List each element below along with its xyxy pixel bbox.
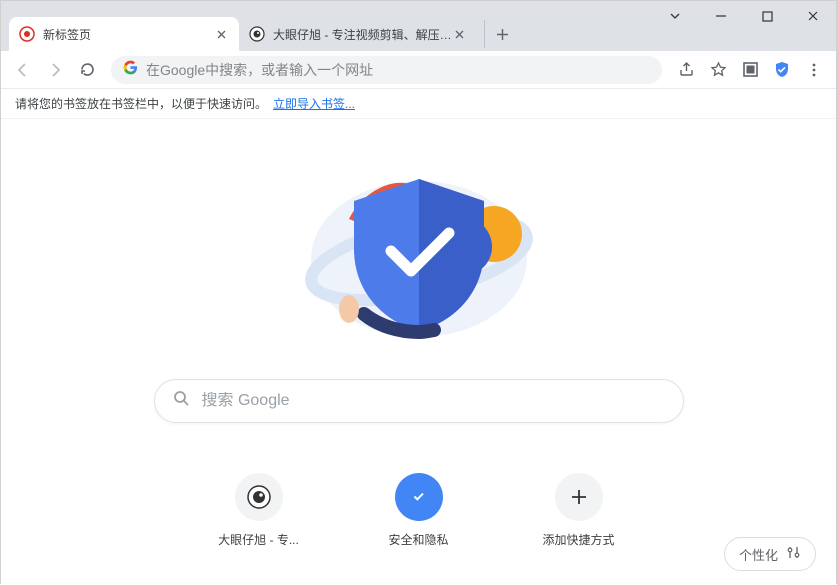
search-input[interactable]: [202, 392, 665, 410]
tab-title: 大眼仔旭 - 专注视频剪辑、解压…: [273, 26, 452, 43]
bookmark-hint-bar: 请将您的书签放在书签栏中，以便于快速访问。 立即导入书签...: [1, 89, 836, 119]
account-icon[interactable]: [736, 56, 764, 84]
sliders-icon: [786, 545, 801, 563]
google-g-icon: [123, 60, 138, 80]
bookmark-star-icon[interactable]: [704, 56, 732, 84]
share-icon[interactable]: [672, 56, 700, 84]
tab-title: 新标签页: [43, 26, 213, 43]
menu-icon[interactable]: [800, 56, 828, 84]
close-icon[interactable]: [452, 26, 468, 42]
eye-icon: [235, 473, 283, 521]
content-area: 大眼仔旭 - 专... 安全和隐私 添加快捷方式 个性化: [1, 119, 836, 585]
caret-down-icon[interactable]: [652, 1, 698, 31]
import-bookmarks-link[interactable]: 立即导入书签...: [273, 95, 355, 112]
close-window-button[interactable]: [790, 1, 836, 31]
shortcut-item[interactable]: 大眼仔旭 - 专...: [209, 473, 309, 548]
bookmark-hint-text: 请将您的书签放在书签栏中，以便于快速访问。: [15, 95, 267, 112]
back-button[interactable]: [9, 56, 37, 84]
shield-extension-icon[interactable]: [768, 56, 796, 84]
customize-label: 个性化: [739, 545, 778, 564]
favicon-icon: [19, 26, 35, 42]
search-icon: [173, 390, 190, 412]
toolbar: [1, 51, 836, 89]
shortcut-add[interactable]: 添加快捷方式: [529, 473, 629, 548]
tab-other[interactable]: 大眼仔旭 - 专注视频剪辑、解压…: [239, 17, 478, 51]
address-bar[interactable]: [111, 56, 662, 84]
omnibox-input[interactable]: [146, 62, 650, 78]
minimize-button[interactable]: [698, 1, 744, 31]
favicon-icon: [249, 26, 265, 42]
hero-illustration: [1, 159, 836, 349]
shield-icon: [395, 473, 443, 521]
forward-button[interactable]: [41, 56, 69, 84]
close-icon[interactable]: [213, 26, 229, 42]
shortcut-label: 大眼仔旭 - 专...: [218, 531, 299, 548]
plus-icon: [555, 473, 603, 521]
shortcuts-row: 大眼仔旭 - 专... 安全和隐私 添加快捷方式: [1, 473, 836, 548]
shortcut-label: 添加快捷方式: [542, 531, 614, 548]
customize-button[interactable]: 个性化: [724, 537, 816, 571]
search-box[interactable]: [154, 379, 684, 423]
maximize-button[interactable]: [744, 1, 790, 31]
shortcut-item[interactable]: 安全和隐私: [369, 473, 469, 548]
new-tab-button[interactable]: [484, 20, 512, 48]
shortcut-label: 安全和隐私: [388, 531, 448, 548]
reload-button[interactable]: [73, 56, 101, 84]
tab-new[interactable]: 新标签页: [9, 17, 239, 51]
